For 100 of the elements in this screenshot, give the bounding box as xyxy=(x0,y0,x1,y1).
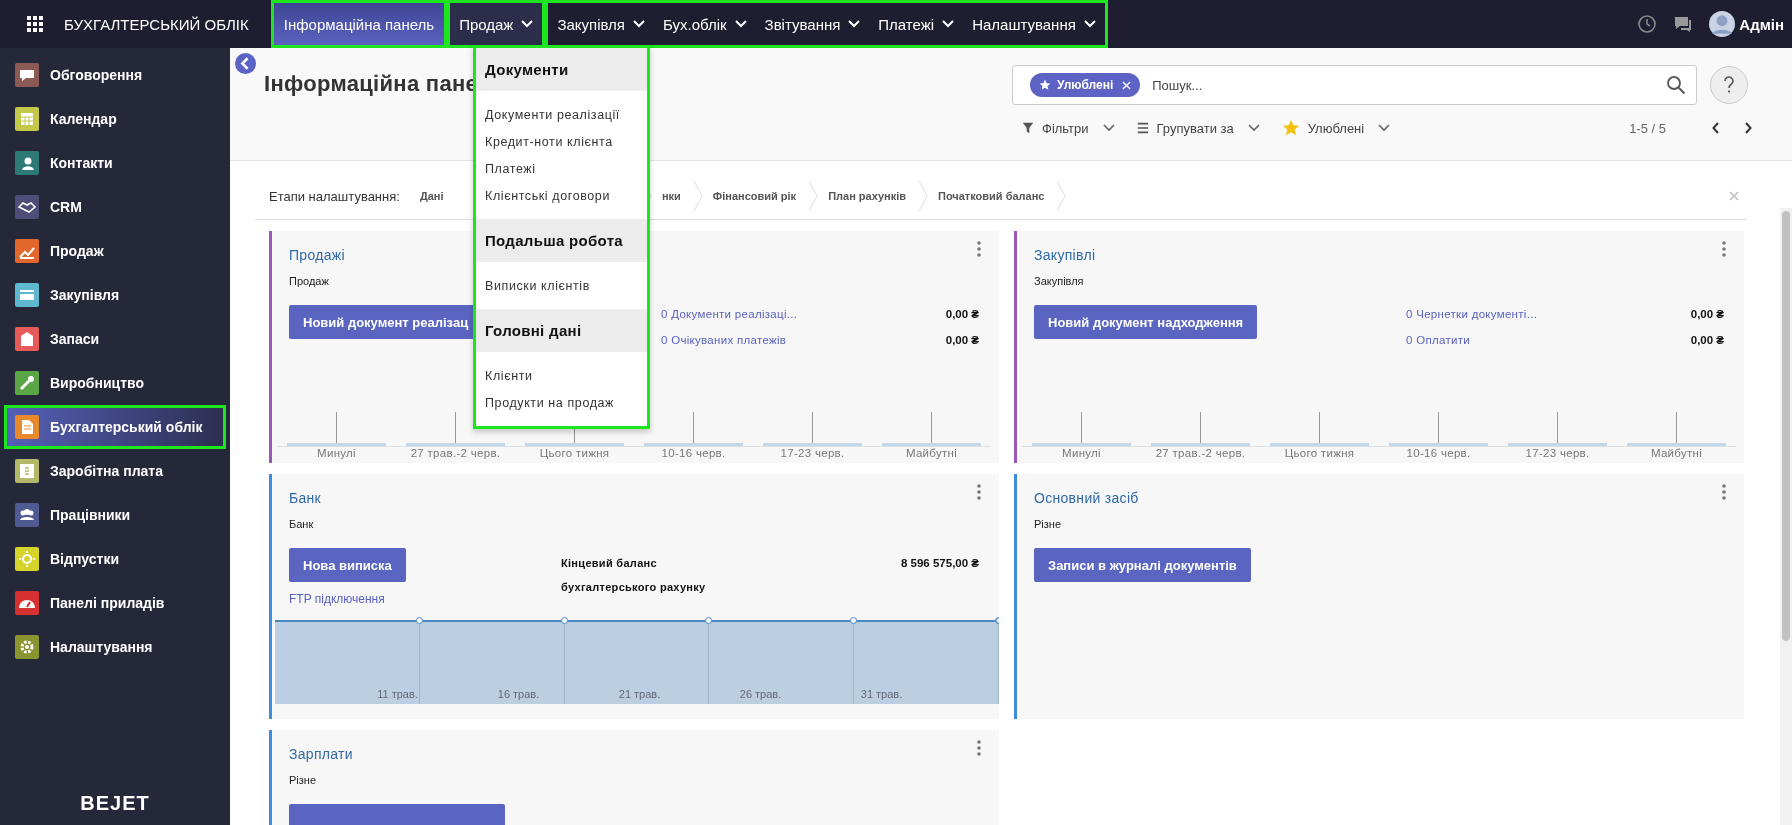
sidebar-item[interactable]: Запаси xyxy=(4,317,226,361)
menu-item[interactable]: Продаж xyxy=(450,3,543,45)
amount-value: 0,00 ₴ xyxy=(1690,308,1724,320)
axis-label: 31 трав. xyxy=(859,688,904,700)
menu-item[interactable]: Налаштування xyxy=(963,3,1105,45)
card-subtitle: Банк xyxy=(289,518,314,530)
axis-label: 27 трав.-2 черв. xyxy=(1154,447,1247,459)
sidebar-item[interactable]: Обговорення xyxy=(4,53,226,97)
menu-item[interactable]: Клієнтські договори xyxy=(476,183,647,210)
card-title[interactable]: Основний засіб xyxy=(1034,490,1139,506)
funnel-icon xyxy=(1022,122,1034,134)
more-options-icon[interactable] xyxy=(1722,484,1726,500)
sidebar-item[interactable]: Налаштування xyxy=(4,625,226,669)
setup-step[interactable]: Фінансовий рік xyxy=(702,190,809,202)
menu-item[interactable]: Документи реалізації xyxy=(476,102,647,129)
sidebar-item[interactable]: Виробництво xyxy=(4,361,226,405)
sidebar-item[interactable]: Заробітна плата xyxy=(4,449,226,493)
balance-label: Кінцевий баланс бухгалтерського рахунку xyxy=(561,556,707,595)
chevron-icon xyxy=(692,181,703,211)
card-title[interactable]: Продажі xyxy=(289,247,345,263)
more-options-icon[interactable] xyxy=(977,484,981,500)
menu-item[interactable]: Виписки клієнтів xyxy=(476,273,647,300)
setup-step[interactable]: План рахунків xyxy=(818,190,918,202)
sidebar-item[interactable]: Панелі приладів xyxy=(4,581,226,625)
amount-value: 0,00 ₴ xyxy=(1690,334,1724,346)
menu-item[interactable]: Продукти на продаж xyxy=(476,390,647,417)
axis-label: 11 трав. xyxy=(376,688,419,700)
caret-icon xyxy=(1247,124,1260,132)
menu-item[interactable]: Платежі xyxy=(476,156,647,183)
scrollbar[interactable] xyxy=(1780,208,1792,825)
menu-item[interactable]: Звітування xyxy=(755,3,870,45)
sidebar-item[interactable]: Продаж xyxy=(4,229,226,273)
more-options-icon[interactable] xyxy=(1722,241,1726,257)
primary-button[interactable]: Новий документ надходження xyxy=(1034,305,1258,339)
axis-label: 10-16 черв. xyxy=(1405,447,1472,459)
sidebar-item[interactable]: Календар xyxy=(4,97,226,141)
menu-section-heading: Подальша робота xyxy=(476,219,647,262)
avatar-icon[interactable] xyxy=(1709,11,1736,37)
setup-step[interactable]: нки xyxy=(651,190,693,202)
card-title[interactable]: Зарплати xyxy=(289,746,353,762)
summary-link[interactable]: 0 Оплатити xyxy=(1406,334,1470,346)
setup-step[interactable]: Початковий баланс xyxy=(928,190,1057,202)
sidebar-item[interactable]: Контакти xyxy=(4,141,226,185)
menu-item[interactable]: Клієнти xyxy=(476,363,647,390)
filter-dropdown[interactable]: Групувати за xyxy=(1136,120,1260,136)
menu-item[interactable]: Кредит-ноти клієнта xyxy=(476,129,647,156)
caret-icon xyxy=(942,20,955,28)
help-button[interactable] xyxy=(1710,66,1748,104)
card-title[interactable]: Закупівлі xyxy=(1034,247,1096,263)
sidebar-item[interactable]: Працівники xyxy=(4,493,226,537)
sidebar-item[interactable]: CRM xyxy=(4,185,226,229)
more-options-icon[interactable] xyxy=(977,241,981,257)
summary-link[interactable]: 0 Очікуваних платежів xyxy=(661,334,787,346)
summary-link[interactable]: 0 Чернетки документі... xyxy=(1406,308,1538,320)
amount-value: 0,00 ₴ xyxy=(945,308,979,320)
chat-icon[interactable] xyxy=(1673,14,1694,34)
summary-link[interactable]: 0 Документи реалізаці... xyxy=(661,308,798,320)
sidebar-item[interactable]: Бухгалтерський облік xyxy=(4,405,226,449)
axis-label: 10-16 черв. xyxy=(660,447,727,459)
clock-icon[interactable] xyxy=(1637,14,1658,34)
caret-icon xyxy=(633,20,645,28)
caret-icon xyxy=(848,20,861,28)
card-title[interactable]: Банк xyxy=(289,490,322,506)
app-title: БУХГАЛТЕРСЬКИЙ ОБЛІК xyxy=(64,15,249,33)
apps-grid-icon[interactable] xyxy=(27,16,43,32)
chevron-icon xyxy=(1056,181,1067,211)
sidebar-item[interactable]: Відпустки xyxy=(4,537,226,581)
filter-tag[interactable]: Улюблені xyxy=(1030,73,1141,97)
menu-item[interactable]: Інформаційна панель xyxy=(273,3,445,45)
menu-item[interactable]: Платежі xyxy=(869,3,964,45)
setup-steps-label: Етапи налаштування: xyxy=(269,188,400,204)
ftp-link[interactable]: FTP підключення xyxy=(289,592,385,606)
search-icon[interactable] xyxy=(1666,75,1686,95)
filter-dropdown[interactable]: Фільтри xyxy=(1022,120,1115,136)
card-subtitle: Продаж xyxy=(289,275,329,287)
primary-button[interactable]: Нова виписка xyxy=(289,548,406,582)
caret-icon xyxy=(521,20,534,28)
menu-item[interactable]: Бух.облік xyxy=(654,3,756,45)
more-options-icon[interactable] xyxy=(977,740,981,756)
axis-label: Майбутні xyxy=(904,447,959,459)
filter-dropdown[interactable]: Улюблені xyxy=(1281,119,1391,137)
star-icon xyxy=(1039,79,1051,91)
amount-value: 8 596 575,00 ₴ xyxy=(901,556,979,571)
card-subtitle: Різне xyxy=(289,774,317,786)
axis-label: Цього тижня xyxy=(538,447,611,459)
sidebar-item[interactable]: Закупівля xyxy=(4,273,226,317)
chevron-icon xyxy=(918,181,928,211)
caret-icon xyxy=(1083,20,1096,28)
axis-label: 17-23 черв. xyxy=(1524,447,1591,459)
amount-value: 0,00 ₴ xyxy=(945,334,979,346)
search-field[interactable]: Улюблені Пошук... xyxy=(1012,65,1697,105)
axis-label: 21 трав. xyxy=(617,688,662,700)
list-icon xyxy=(1136,122,1149,134)
axis-label: 17-23 черв. xyxy=(779,447,846,459)
axis-label: Майбутні xyxy=(1649,447,1704,459)
axis-label: 26 трав. xyxy=(738,688,783,700)
axis-label: 16 трав. xyxy=(496,688,541,700)
primary-button[interactable]: Записи в журналі документів xyxy=(1034,548,1251,582)
user-name[interactable]: Адмін xyxy=(1739,15,1784,33)
menu-item[interactable]: Закупівля xyxy=(548,3,654,45)
